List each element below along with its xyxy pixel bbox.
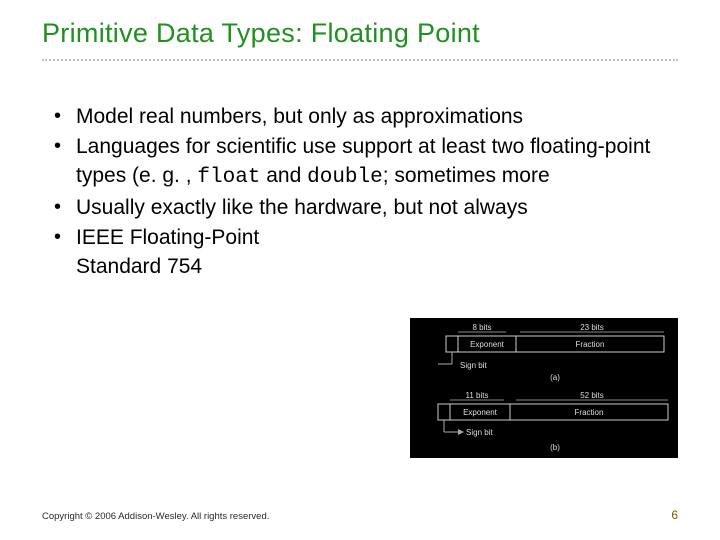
ieee-754-diagram: 8 bits 23 bits Exponent Fraction Sign bi…	[410, 318, 678, 458]
diag-bot-bits-left: 11 bits	[466, 391, 489, 400]
bullet-4: IEEE Floating-Point Standard 754	[54, 224, 662, 281]
footer: Copyright © 2006 Addison-Wesley. All rig…	[42, 508, 678, 522]
diag-caption-b: (b)	[550, 443, 560, 452]
bullet-3: Usually exactly like the hardware, but n…	[54, 194, 662, 222]
diag-top-signbit: Sign bit	[460, 361, 487, 370]
bullet-2: Languages for scientific use support at …	[54, 133, 662, 192]
slide-title: Primitive Data Types: Floating Point	[42, 18, 678, 49]
diag-caption-a: (a)	[550, 373, 560, 382]
diag-top-exponent: Exponent	[470, 340, 505, 349]
bullet-2-text-b: and	[260, 164, 307, 187]
diag-bot-exponent: Exponent	[463, 408, 498, 417]
diag-bot-signbit: Sign bit	[466, 428, 493, 437]
bullet-list: Model real numbers, but only as approxim…	[42, 103, 662, 281]
title-divider	[42, 59, 678, 61]
slide: Primitive Data Types: Floating Point Mod…	[0, 0, 720, 540]
code-float: float	[197, 166, 260, 189]
bullet-4-line1: IEEE Floating-Point	[76, 226, 259, 249]
diag-bot-fraction: Fraction	[575, 408, 604, 417]
diag-bot-bits-right: 52 bits	[580, 391, 604, 400]
code-double: double	[307, 166, 383, 189]
page-number: 6	[671, 508, 678, 522]
diag-top-bits-left: 8 bits	[472, 323, 491, 332]
bullet-1: Model real numbers, but only as approxim…	[54, 103, 662, 131]
copyright-text: Copyright © 2006 Addison-Wesley. All rig…	[42, 511, 269, 522]
diag-top-bits-right: 23 bits	[580, 323, 604, 332]
bullet-4-line2: Standard 754	[76, 255, 202, 278]
diag-top-fraction: Fraction	[576, 340, 605, 349]
bullet-2-text-c: ; sometimes more	[383, 164, 550, 187]
